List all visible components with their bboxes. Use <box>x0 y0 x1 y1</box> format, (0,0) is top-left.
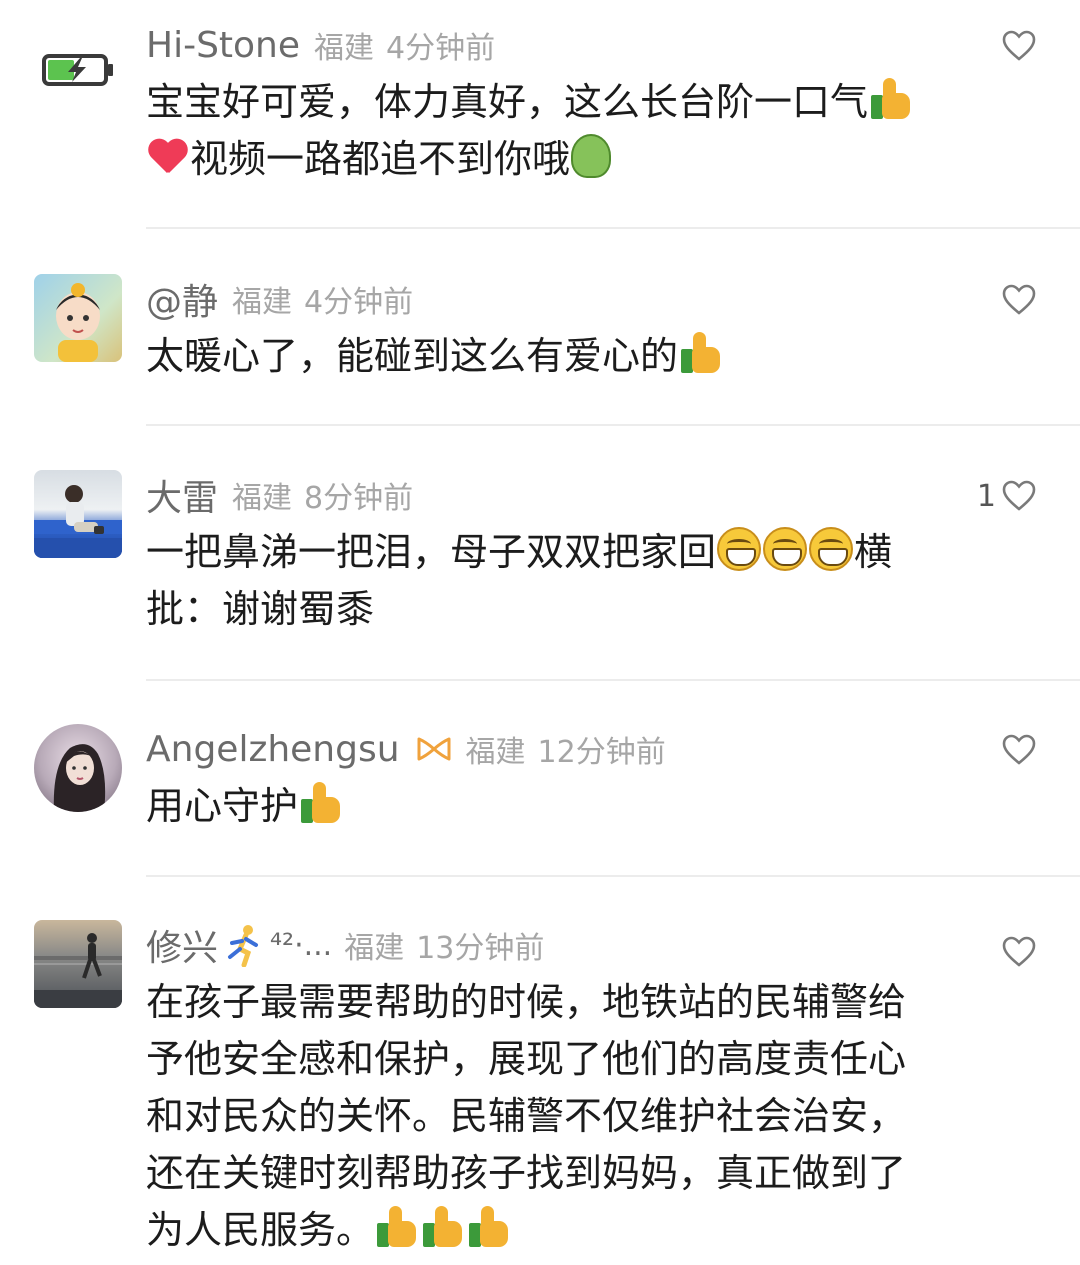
comment-header: @静 福建 4分钟前 <box>146 274 413 324</box>
thumbs-up-icon <box>421 1205 465 1249</box>
comment-text-line: 予他安全感和保护，展现了他们的高度责任心 <box>146 1037 907 1081</box>
comment-text: 宝宝好可爱，体力真好，这么长台阶一口气 视频一路都追不到你哦 <box>146 74 1026 188</box>
grin-icon <box>809 527 854 571</box>
thumbs-up-icon <box>679 331 723 375</box>
like-button[interactable] <box>1002 278 1036 322</box>
comment-text: 在孩子最需要帮助的时候，地铁站的民辅警给 予他安全感和保护，展现了他们的高度责任… <box>146 974 1026 1259</box>
location: 福建 <box>344 931 405 966</box>
comment-item: Hi-Stone 福建 4分钟前 宝宝好可爱，体力真好，这么长台阶一口气 视频一… <box>0 20 1080 210</box>
heart-outline-icon <box>1002 480 1036 511</box>
comment-text-line: 视频一路都追不到你哦 <box>190 137 571 181</box>
username[interactable]: 修兴 <box>146 919 218 971</box>
username[interactable]: Angelzhengsu <box>146 729 400 770</box>
like-button[interactable]: 1 <box>977 474 1036 518</box>
comment-text-line: 为人民服务。 <box>146 1208 375 1252</box>
battery-charging-icon <box>42 54 113 86</box>
child-photo-avatar <box>34 485 122 558</box>
infinity-badge-icon <box>417 737 451 761</box>
avatar[interactable] <box>34 274 122 362</box>
comment-text-line: 一把鼻涕一把泪，母子双双把家回 <box>146 530 717 574</box>
red-heart-icon <box>147 134 189 178</box>
comment-text-line: 太暖心了，能碰到这么有爱心的 <box>146 334 679 378</box>
runner-icon <box>228 925 259 967</box>
location: 福建 <box>232 285 293 320</box>
cartoon-girl-avatar <box>56 283 100 362</box>
woman-photo-avatar <box>53 744 106 812</box>
thumbs-up-icon <box>299 781 343 825</box>
divider <box>146 227 1080 229</box>
comment-text-line: 用心守护 <box>146 784 299 828</box>
location: 福建 <box>232 481 293 516</box>
comment-text-line: 批：谢谢蜀黍 <box>146 587 375 631</box>
heart-outline-icon <box>1002 30 1036 61</box>
comment-item: @静 福建 4分钟前 太暖心了，能碰到这么有爱心的 <box>0 274 1080 404</box>
comment-header: 修兴 ⁴²·... 福建 13分钟前 <box>146 920 544 970</box>
comment-item: Angelzhengsu 福建 12分钟前 用心守护 <box>0 724 1080 854</box>
location: 福建 <box>314 31 375 66</box>
comment-text: 太暖心了，能碰到这么有爱心的 <box>146 328 1026 385</box>
comment-text-line: 和对民众的关怀。民辅警不仅维护社会治安， <box>146 1094 907 1138</box>
thumbs-up-icon <box>467 1205 511 1249</box>
avatar[interactable] <box>34 470 122 558</box>
like-count: 1 <box>976 478 996 514</box>
comment-text: 用心守护 <box>146 778 1026 835</box>
divider <box>146 424 1080 426</box>
comment-text-line: 在孩子最需要帮助的时候，地铁站的民辅警给 <box>146 980 907 1024</box>
timestamp: 4分钟前 <box>386 31 496 66</box>
heart-outline-icon <box>1002 284 1036 315</box>
comment-text-line: 宝宝好可爱，体力真好，这么长台阶一口气 <box>146 80 869 124</box>
like-button[interactable] <box>1002 728 1036 772</box>
thumbs-up-icon <box>375 1205 419 1249</box>
timestamp: 8分钟前 <box>304 481 414 516</box>
green-blob-icon <box>571 134 612 178</box>
comment-header: Hi-Stone 福建 4分钟前 <box>146 20 495 70</box>
comment-text-line: 横 <box>854 530 893 574</box>
comment-text: 一把鼻涕一把泪，母子双双把家回 横 批：谢谢蜀黍 <box>146 524 1026 638</box>
grin-icon <box>763 527 808 571</box>
timestamp: 4分钟前 <box>304 285 414 320</box>
avatar[interactable] <box>34 24 122 112</box>
username[interactable]: @静 <box>146 273 218 325</box>
comment-header: 大雷 福建 8分钟前 <box>146 470 413 520</box>
runner-photo-avatar <box>34 933 122 1008</box>
username[interactable]: Hi-Stone <box>146 25 300 66</box>
divider <box>146 875 1080 877</box>
comment-text-line: 还在关键时刻帮助孩子找到妈妈，真正做到了 <box>146 1151 907 1195</box>
comment-header: Angelzhengsu 福建 12分钟前 <box>146 724 666 774</box>
avatar[interactable] <box>34 724 122 812</box>
heart-outline-icon <box>1002 734 1036 765</box>
like-button[interactable] <box>1002 24 1036 68</box>
divider <box>146 679 1080 681</box>
location: 福建 <box>465 735 526 770</box>
avatar[interactable] <box>34 920 122 1008</box>
timestamp: 13分钟前 <box>416 931 545 966</box>
thumbs-up-icon <box>869 77 913 121</box>
heart-outline-icon <box>1002 936 1036 967</box>
comment-item: 大雷 福建 8分钟前 1 一把鼻涕一把泪，母子双双把家回 横 批：谢谢蜀黍 <box>0 470 1080 660</box>
username[interactable]: 大雷 <box>146 469 218 521</box>
comment-item: 修兴 ⁴²·... 福建 13分钟前 在孩子最需要帮助的时候，地铁站的民辅警给 … <box>0 920 1080 1260</box>
username-suffix: ⁴²·... <box>270 927 333 963</box>
like-button[interactable] <box>1002 930 1036 974</box>
grin-icon <box>717 527 762 571</box>
timestamp: 12分钟前 <box>537 735 666 770</box>
